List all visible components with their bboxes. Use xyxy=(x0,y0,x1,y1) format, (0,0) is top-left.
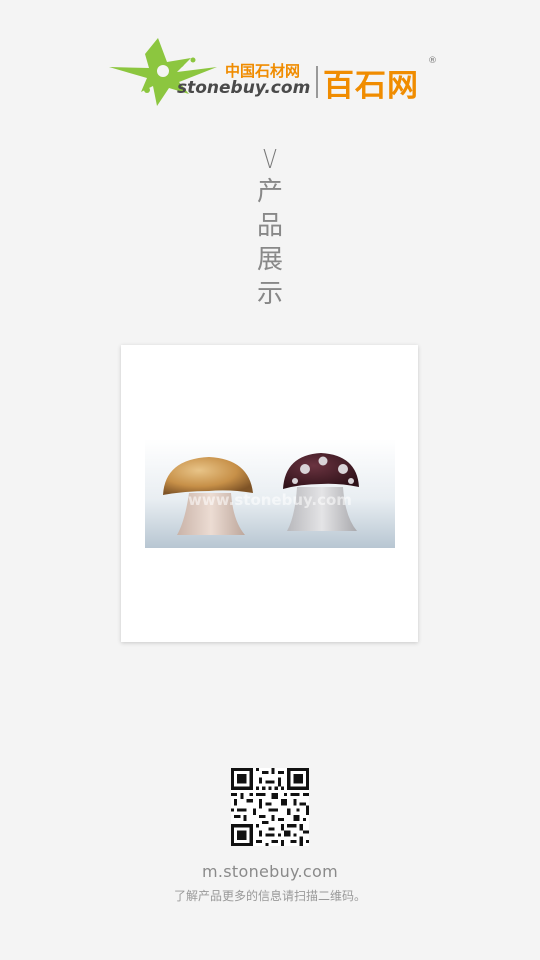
site-logo[interactable]: 中国石材网 stonebuy.com 百石网 ® xyxy=(105,34,440,112)
title-char: 示 xyxy=(256,279,283,309)
title-char: 展 xyxy=(256,245,283,275)
section-title: V 产 品 展 示 xyxy=(253,145,287,311)
photo-watermark: www.stonebuy.com xyxy=(188,491,352,509)
product-card[interactable]: www.stonebuy.com xyxy=(121,345,418,642)
logo-divider xyxy=(316,66,318,98)
registered-mark: ® xyxy=(428,56,437,66)
title-char: 产 xyxy=(256,177,283,207)
scan-hint: 了解产品更多的信息请扫描二维码。 xyxy=(173,889,366,903)
title-marker: V xyxy=(262,145,278,175)
product-photo[interactable]: www.stonebuy.com xyxy=(145,439,395,548)
logo-brand: 百石网 xyxy=(323,68,419,104)
star-burst-icon xyxy=(109,38,217,106)
qr-code-icon xyxy=(231,768,309,846)
title-char: 品 xyxy=(256,211,283,241)
logo-domain: stonebuy.com xyxy=(177,78,311,98)
mobile-site-url[interactable]: m.stonebuy.com xyxy=(0,862,540,881)
